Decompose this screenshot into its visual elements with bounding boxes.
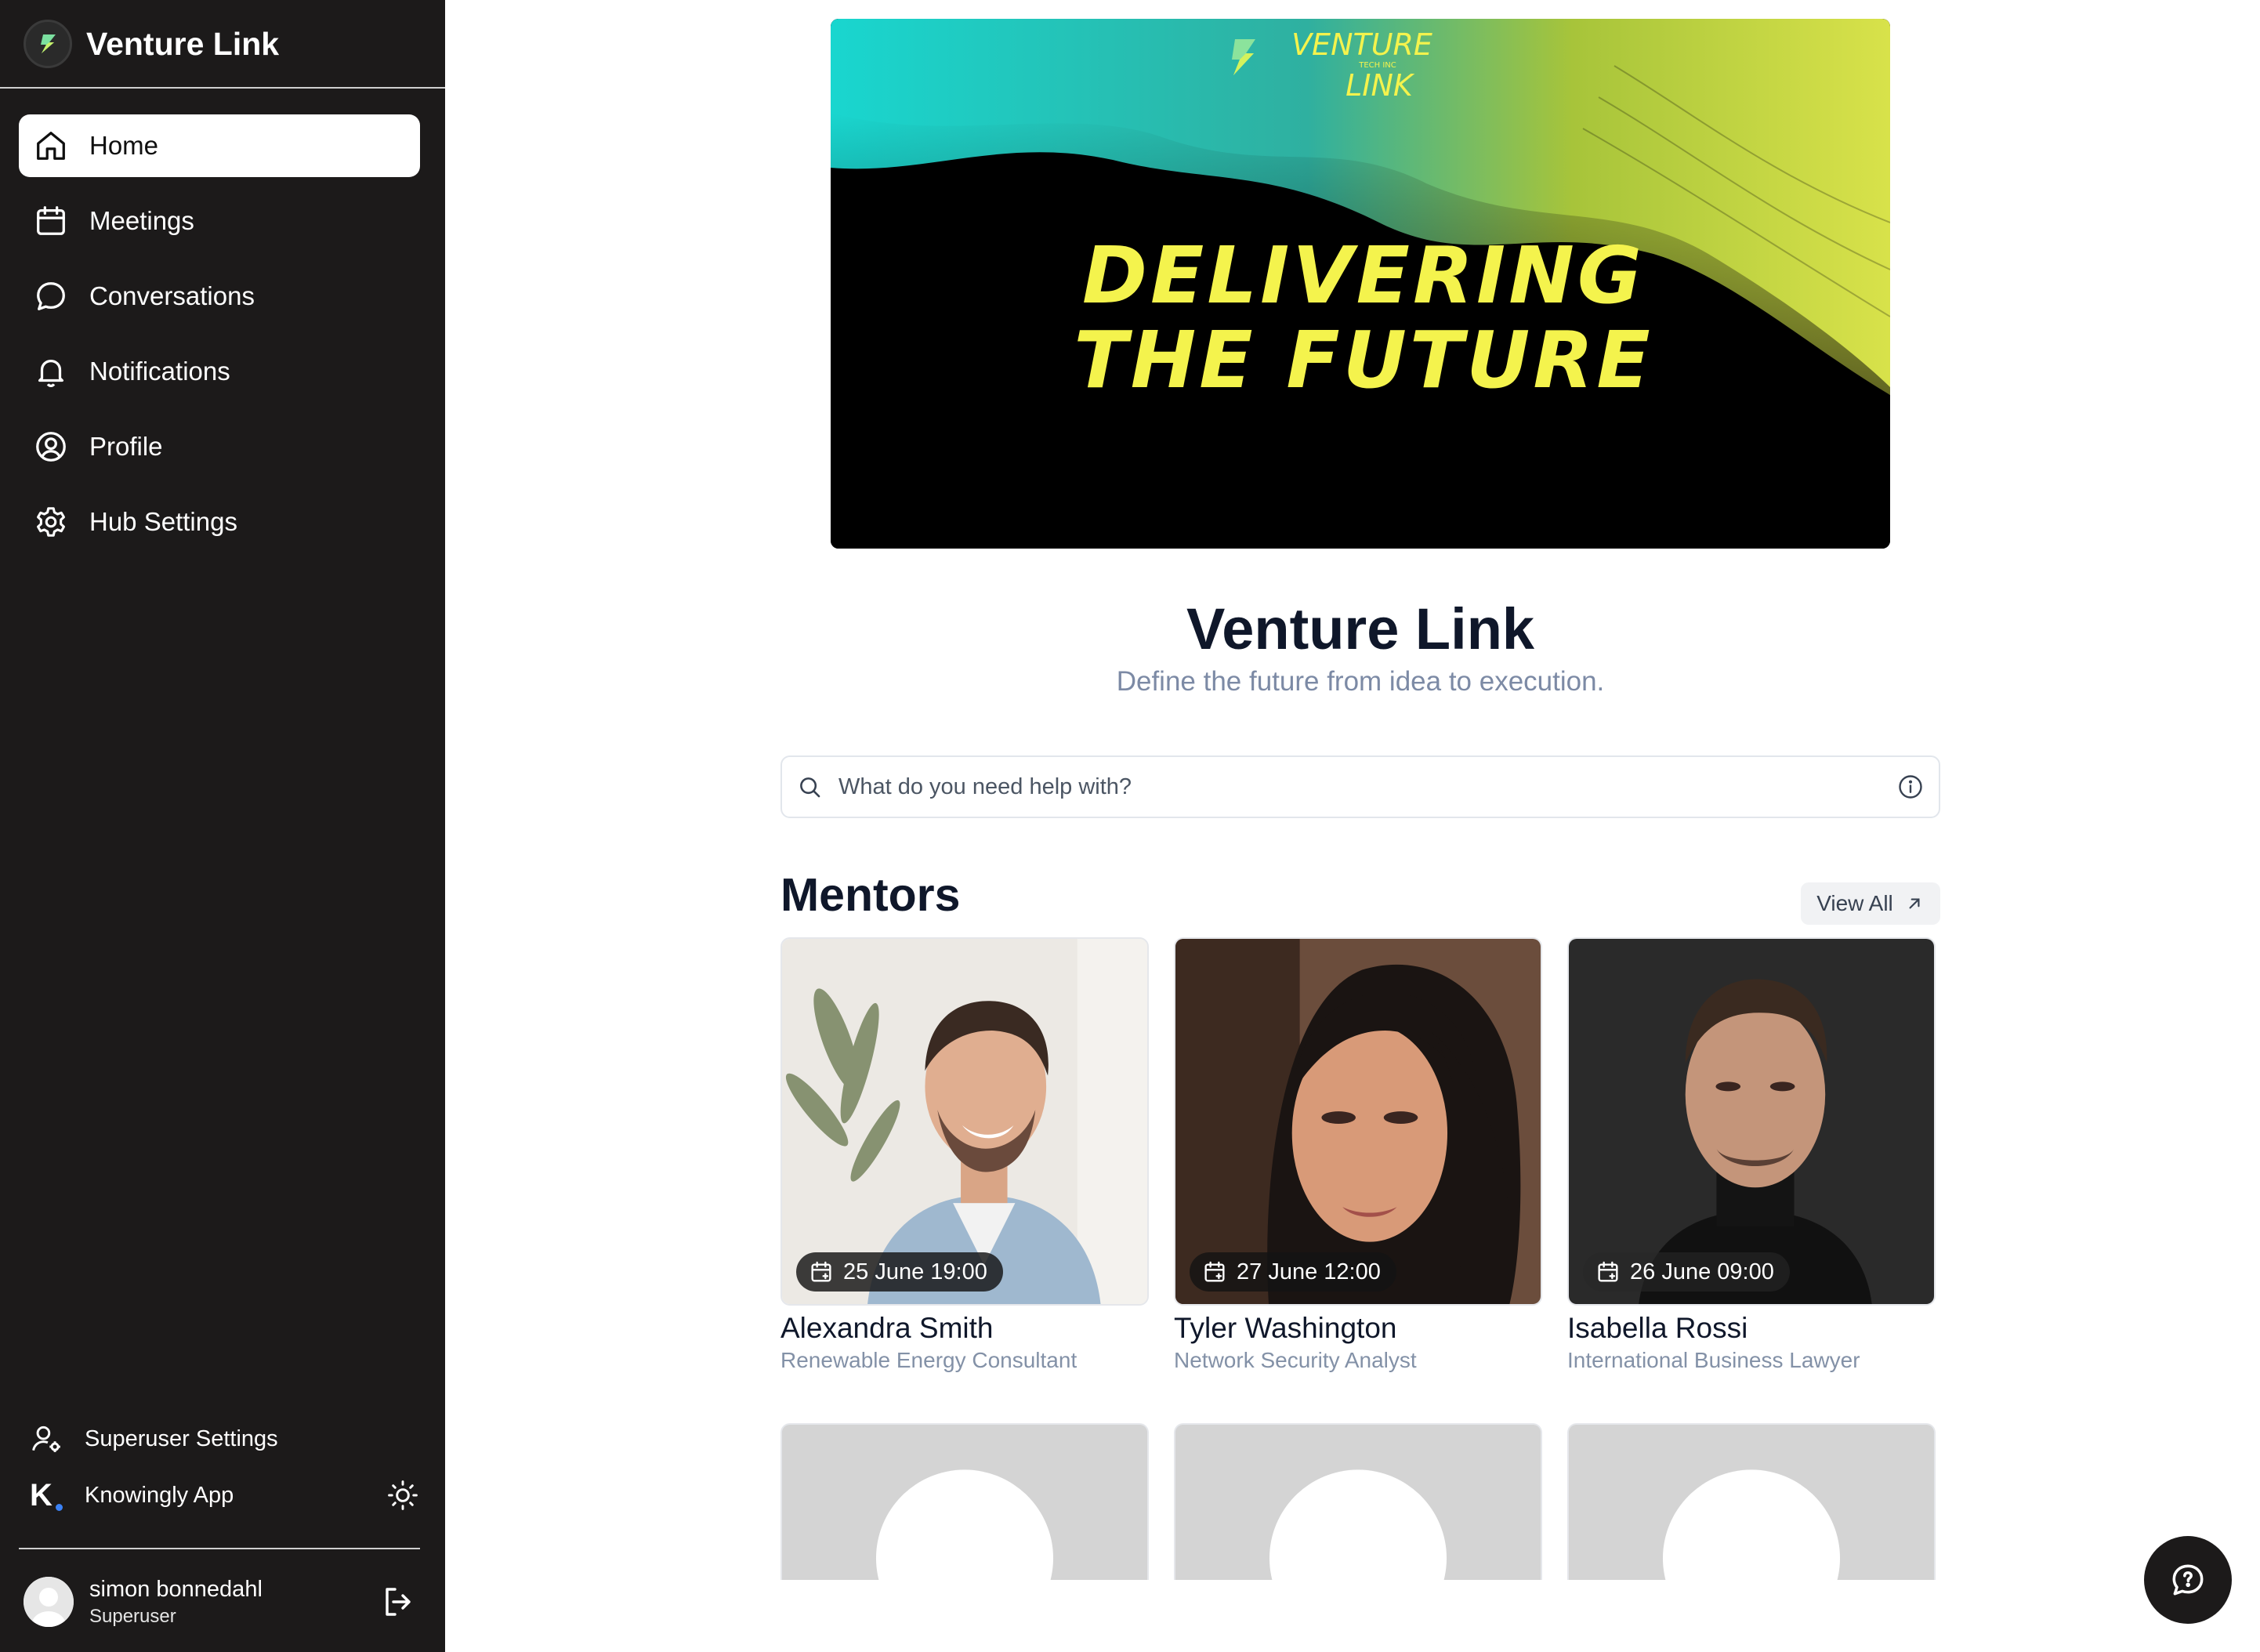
meeting-date-chip: 25 June 19:00 [796, 1252, 1003, 1292]
help-chat-icon [2172, 1564, 2204, 1596]
gear-icon [36, 507, 66, 537]
current-user[interactable]: simon bonnedahl Superuser [24, 1570, 420, 1633]
sidebar-item-conversations[interactable]: Conversations [19, 265, 420, 328]
sidebar-item-label: Conversations [89, 281, 255, 310]
mentor-card[interactable]: 27 June 12:00 Tyler Washington Network S… [1174, 937, 1542, 1373]
superuser-settings-link[interactable]: Superuser Settings [19, 1411, 420, 1467]
mentor-card-placeholder[interactable] [1567, 1423, 1936, 1580]
sidebar-divider [0, 87, 445, 89]
sidebar-item-meetings[interactable]: Meetings [19, 190, 420, 252]
arrow-up-right-icon [1909, 898, 1920, 909]
user-name: simon bonnedahl [89, 1576, 263, 1602]
hub-banner: VENTURE TECH INC LINK DELIVERING THE FUT… [831, 19, 1890, 549]
banner-logo-bottom: LINK [1345, 68, 1415, 103]
sidebar-item-label: Notifications [89, 357, 230, 386]
sidebar: Venture Link Home Meetings Conversations [0, 0, 445, 1652]
mentor-photo: 26 June 09:00 [1567, 937, 1936, 1306]
brand[interactable]: Venture Link [24, 16, 279, 72]
page-subtitle: Define the future from idea to execution… [1116, 666, 1605, 697]
calendar-icon [1598, 1261, 1618, 1282]
meeting-date-chip: 26 June 09:00 [1583, 1252, 1790, 1292]
avatar [24, 1577, 74, 1627]
mentor-card-placeholder[interactable] [1174, 1423, 1542, 1580]
mentor-role: International Business Lawyer [1567, 1348, 1860, 1372]
help-chat-button[interactable] [2144, 1536, 2232, 1624]
default-avatar-icon [1175, 1425, 1541, 1580]
mentor-role: Renewable Energy Consultant [780, 1348, 1077, 1372]
sidebar-nav: Home Meetings Conversations Notification… [19, 114, 420, 566]
banner-headline-line2: THE FUTURE [1074, 314, 1653, 406]
user-role: Superuser [89, 1605, 176, 1627]
sidebar-item-notifications[interactable]: Notifications [19, 340, 420, 403]
page-title: Venture Link [1186, 596, 1535, 661]
sidebar-item-label: Hub Settings [89, 507, 237, 536]
sidebar-item-home[interactable]: Home [19, 114, 420, 177]
mentor-photo: 27 June 12:00 [1174, 937, 1542, 1306]
mentor-card-placeholder[interactable] [780, 1423, 1149, 1580]
default-avatar-icon [1569, 1425, 1934, 1580]
sidebar-bottom-links: Superuser Settings K Knowingly App [19, 1411, 420, 1523]
chat-bubble-icon [37, 282, 65, 310]
brand-name: Venture Link [86, 25, 280, 62]
info-icon[interactable] [1896, 773, 1925, 801]
banner-logo-top: VENTURE [1291, 27, 1432, 62]
mentor-card[interactable]: 25 June 19:00 Alexandra Smith Renewable … [780, 937, 1149, 1373]
search-input[interactable] [838, 773, 1857, 800]
mentor-name: Alexandra Smith [780, 1312, 994, 1344]
mentor-photo: 25 June 19:00 [780, 937, 1149, 1306]
meeting-date: 26 June 09:00 [1630, 1259, 1774, 1284]
mentor-role: Network Security Analyst [1174, 1348, 1417, 1372]
sidebar-item-hub-settings[interactable]: Hub Settings [19, 491, 420, 553]
default-avatar-icon [782, 1425, 1147, 1580]
search-bar[interactable] [780, 755, 1940, 818]
meeting-date-chip: 27 June 12:00 [1190, 1252, 1396, 1292]
mentors-heading: Mentors [780, 869, 961, 921]
knowingly-app-link[interactable]: K Knowingly App [19, 1467, 420, 1523]
calendar-icon [811, 1261, 831, 1282]
sidebar-item-label: Profile [89, 432, 163, 461]
calendar-icon [37, 206, 65, 235]
banner-headline-line1: DELIVERING [1082, 230, 1645, 321]
home-icon [37, 132, 65, 160]
sidebar-item-label: Meetings [89, 206, 194, 235]
venture-link-logo-icon [24, 20, 72, 68]
sun-icon[interactable] [386, 1478, 420, 1513]
calendar-icon [1204, 1261, 1225, 1282]
mentor-name: Tyler Washington [1174, 1312, 1397, 1344]
superuser-settings-label: Superuser Settings [85, 1426, 278, 1451]
user-gear-icon [32, 1426, 60, 1452]
bell-icon [38, 359, 64, 388]
sidebar-item-profile[interactable]: Profile [19, 415, 420, 478]
view-all-label: View All [1816, 891, 1893, 915]
user-circle-icon [36, 432, 66, 462]
meeting-date: 27 June 12:00 [1237, 1259, 1381, 1284]
knowingly-app-label: Knowingly App [85, 1482, 234, 1508]
sidebar-bottom-divider [19, 1548, 420, 1549]
logout-icon[interactable] [379, 1583, 417, 1621]
sidebar-item-label: Home [89, 131, 159, 160]
knowingly-logo-icon: K [30, 1478, 64, 1513]
mentor-name: Isabella Rossi [1567, 1312, 1748, 1344]
search-icon [800, 777, 820, 798]
view-all-button[interactable]: View All [1801, 882, 1940, 925]
mentor-card[interactable]: 26 June 09:00 Isabella Rossi Internation… [1567, 937, 1936, 1373]
meeting-date: 25 June 19:00 [843, 1259, 987, 1284]
